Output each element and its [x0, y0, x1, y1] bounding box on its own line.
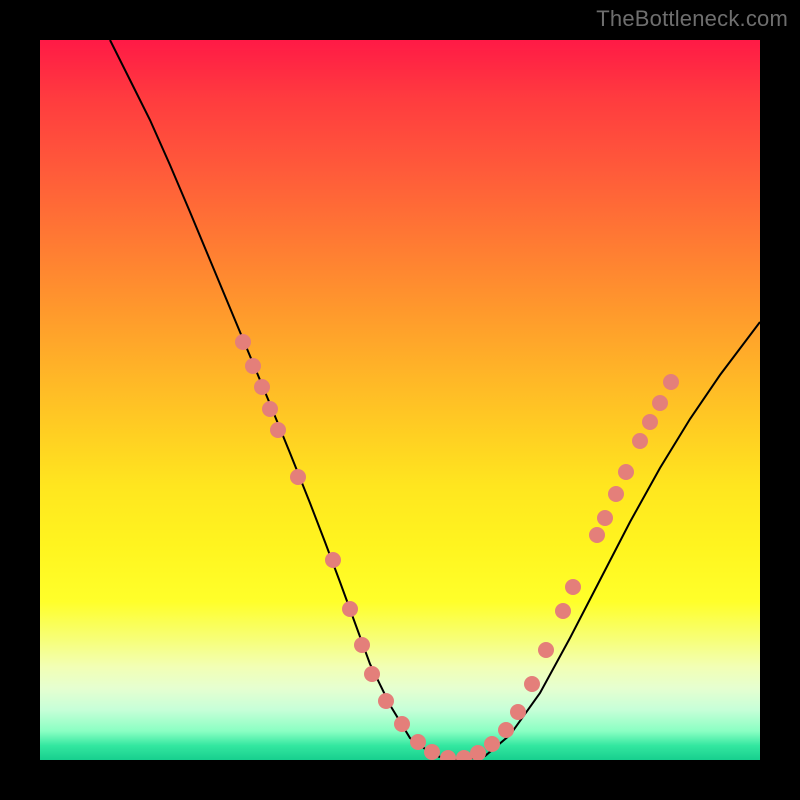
data-marker [608, 486, 624, 502]
data-marker [235, 334, 251, 350]
data-marker [589, 527, 605, 543]
data-marker [470, 745, 486, 760]
data-marker [642, 414, 658, 430]
chart-svg [40, 40, 760, 760]
data-marker [325, 552, 341, 568]
data-marker [565, 579, 581, 595]
data-marker [410, 734, 426, 750]
chart-frame: TheBottleneck.com [0, 0, 800, 800]
data-marker [262, 401, 278, 417]
data-marker [632, 433, 648, 449]
data-marker [254, 379, 270, 395]
data-marker [364, 666, 380, 682]
data-marker [538, 642, 554, 658]
data-marker [354, 637, 370, 653]
marker-layer [235, 334, 679, 760]
data-marker [245, 358, 261, 374]
data-marker [498, 722, 514, 738]
data-marker [270, 422, 286, 438]
data-marker [342, 601, 358, 617]
data-marker [597, 510, 613, 526]
plot-area [40, 40, 760, 760]
data-marker [484, 736, 500, 752]
data-marker [618, 464, 634, 480]
data-marker [424, 744, 440, 760]
data-marker [456, 750, 472, 760]
data-marker [510, 704, 526, 720]
data-marker [663, 374, 679, 390]
data-marker [555, 603, 571, 619]
data-marker [652, 395, 668, 411]
data-marker [440, 750, 456, 760]
data-marker [394, 716, 410, 732]
data-marker [524, 676, 540, 692]
watermark-text: TheBottleneck.com [596, 6, 788, 32]
data-marker [290, 469, 306, 485]
data-marker [378, 693, 394, 709]
